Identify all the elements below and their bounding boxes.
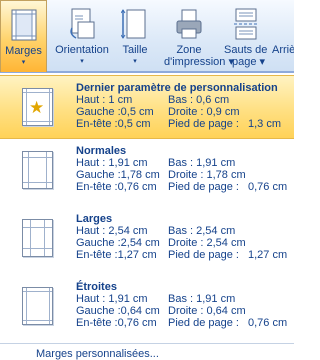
preset-title: Larges [76, 213, 113, 225]
margins-button[interactable]: Marges ▾ [0, 0, 47, 72]
size-button[interactable]: Taille ▾ [116, 0, 154, 72]
print-area-icon [175, 8, 203, 40]
page-thumbnail [22, 219, 53, 257]
page-breaks-label-2: page ▾ [232, 56, 266, 68]
margin-preset-wide[interactable]: Larges Haut : 2,54 cm Bas : 2,54 cm Gauch… [0, 209, 294, 275]
margins-label: Marges [5, 45, 42, 57]
preset-title: Normales [76, 145, 127, 157]
chevron-down-icon: ▾ [80, 58, 84, 65]
page-breaks-button[interactable]: Sauts de page ▾ Arriè [220, 0, 294, 72]
print-area-label: Zone [176, 44, 202, 56]
orientation-button[interactable]: Orientation ▾ [48, 0, 116, 72]
page-thumbnail [22, 151, 53, 189]
star-icon: ★ [29, 98, 45, 117]
page-thumbnail [22, 287, 53, 325]
chevron-down-icon: ▾ [21, 59, 26, 66]
print-area-label-2: d'impression ▾ [164, 56, 234, 68]
margins-dropdown: ★ Dernier paramètre de personnalisation … [0, 72, 294, 360]
margin-preset-last-custom[interactable]: ★ Dernier paramètre de personnalisation … [0, 75, 294, 139]
orientation-label: Orientation [55, 44, 109, 56]
menu-separator [0, 343, 294, 344]
margin-preset-narrow[interactable]: Étroites Haut : 1,91 cm Bas : 1,91 cm Gau… [0, 277, 294, 341]
chevron-down-icon: ▾ [133, 58, 137, 65]
orientation-icon [68, 8, 96, 40]
page-thumbnail: ★ [22, 88, 53, 126]
background-label-cut: Arriè [272, 44, 294, 56]
preset-title: Étroites [76, 281, 117, 293]
custom-margins-item[interactable]: Marges personnalisées... [36, 348, 159, 360]
size-label: Taille [122, 44, 148, 56]
page-setup-ribbon: Marges ▾ Orientation ▾ Taille ▾ Zone d'i… [0, 0, 294, 72]
margins-icon [10, 9, 38, 41]
margin-preset-normal[interactable]: Normales Haut : 1,91 cm Bas : 1,91 cm Gau… [0, 141, 294, 207]
page-break-icon [232, 8, 260, 40]
print-area-button[interactable]: Zone d'impression ▾ [164, 0, 234, 72]
preset-title: Dernier paramètre de personnalisation [76, 82, 278, 94]
size-icon [120, 8, 149, 40]
